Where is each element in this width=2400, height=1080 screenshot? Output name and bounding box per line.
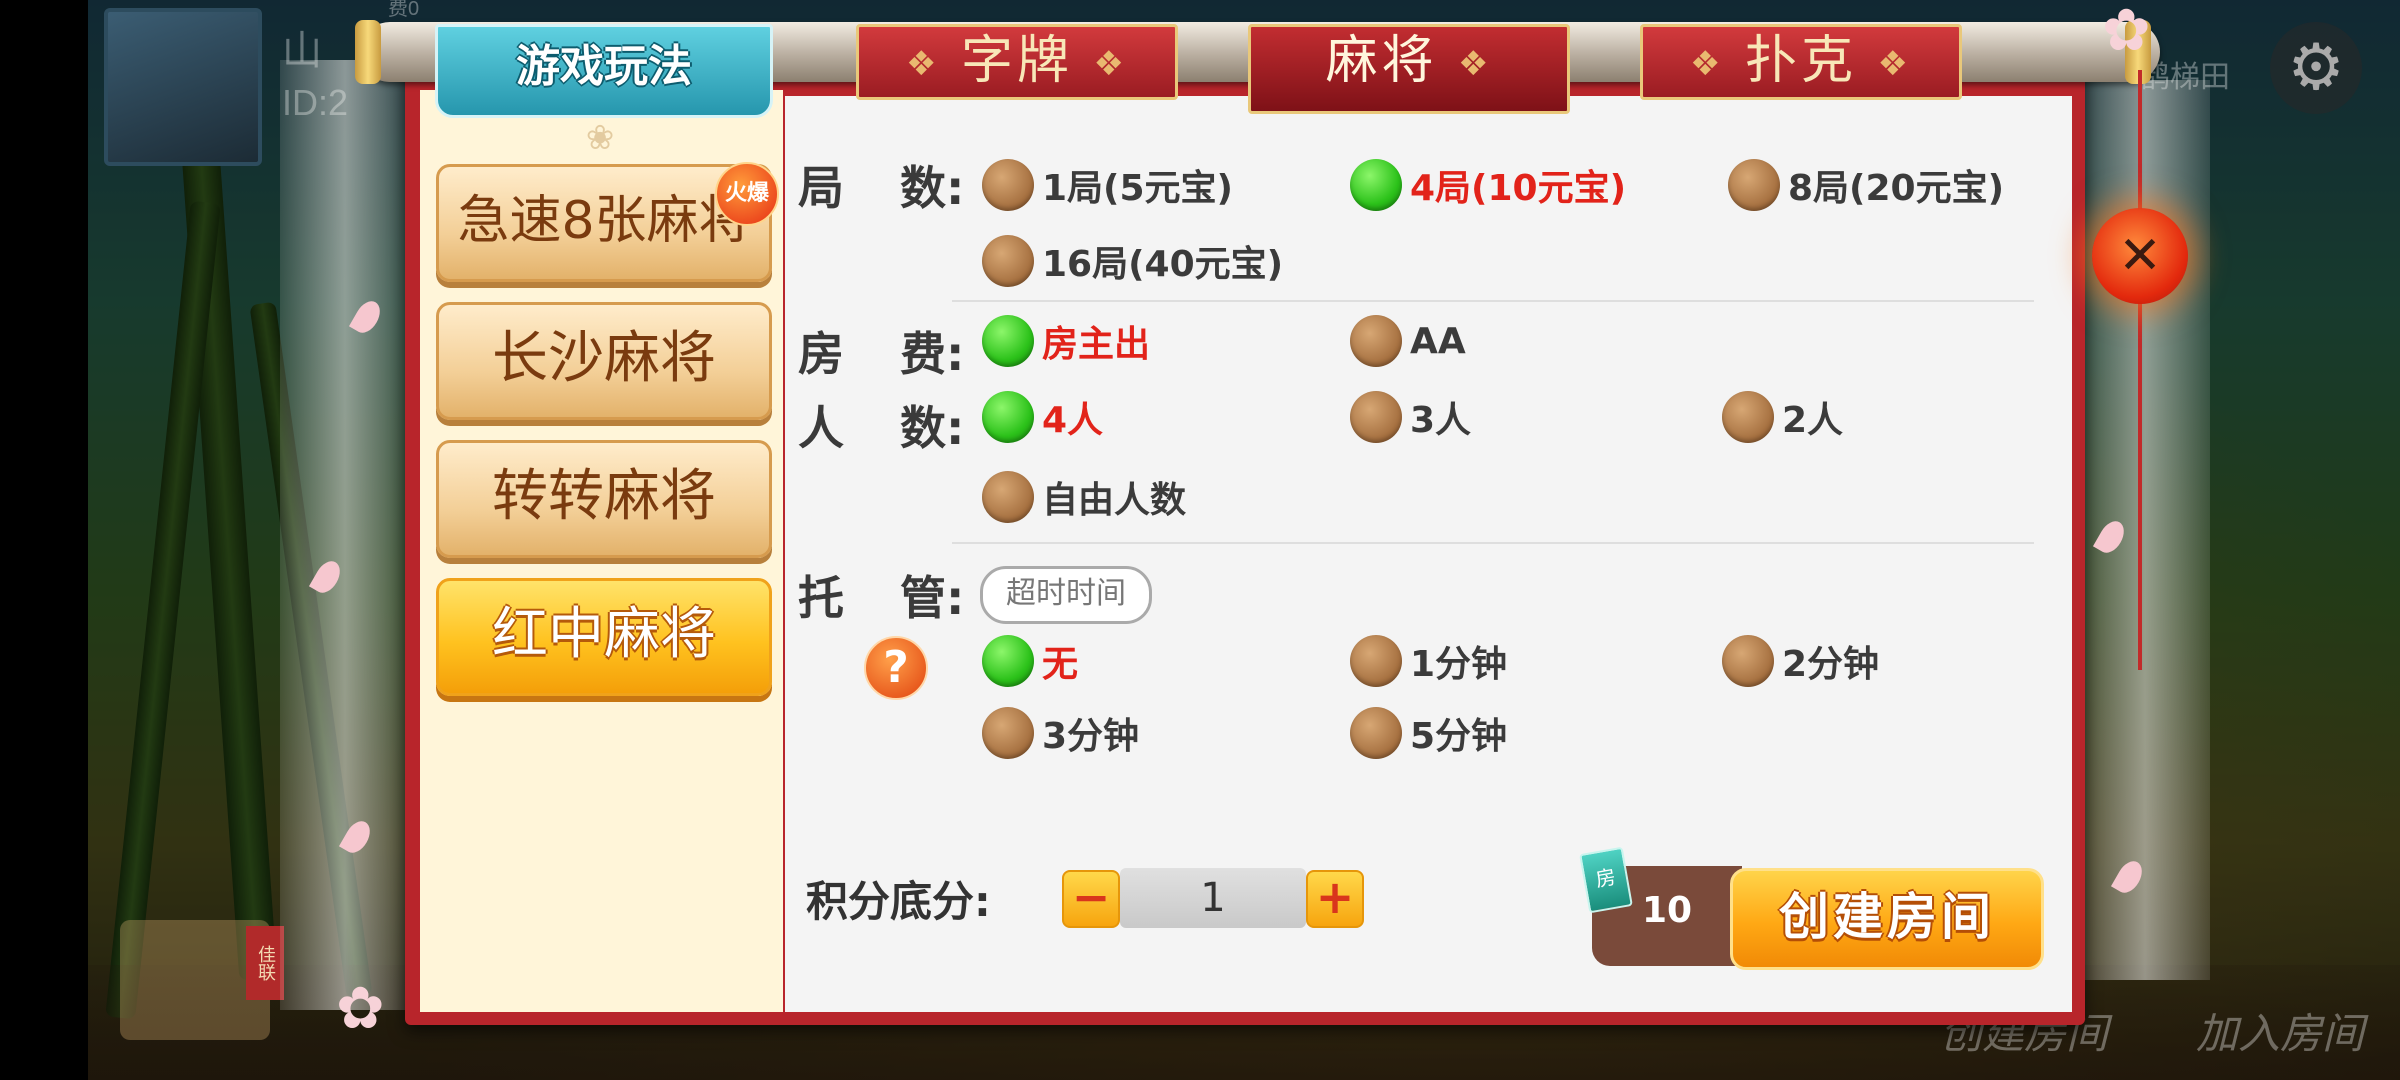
score-minus-button[interactable]: − xyxy=(1062,870,1120,928)
top-badge: 费0 xyxy=(388,0,420,20)
option-players-free[interactable]: 自由人数 xyxy=(982,470,1186,524)
bg-join-room-button[interactable]: 加入房间 xyxy=(2196,1000,2364,1061)
radio-icon xyxy=(1722,635,1774,687)
ornament-icon: ❖ xyxy=(1458,44,1493,84)
tab-label: 字牌 xyxy=(960,31,1073,91)
players-label-a: 人 xyxy=(798,401,844,455)
option-fee-aa[interactable]: AA xyxy=(1350,314,1466,368)
shop-sign: 佳联 xyxy=(246,926,284,1000)
radio-selected-icon xyxy=(1350,159,1402,211)
autoplay-label-a: 托 xyxy=(798,571,844,625)
radio-selected-icon xyxy=(982,391,1034,443)
option-fee-owner[interactable]: 房主出 xyxy=(982,314,1150,368)
option-players-2[interactable]: 2人 xyxy=(1722,390,1843,444)
settings-gear-icon[interactable]: ⚙ xyxy=(2270,22,2362,114)
create-room-button[interactable]: 创建房间 xyxy=(1730,868,2044,970)
radio-icon xyxy=(982,707,1034,759)
flower-decoration: ✿ xyxy=(336,974,385,1042)
radio-icon xyxy=(982,235,1034,287)
curtain-left xyxy=(280,60,410,1010)
option-autoplay-none[interactable]: 无 xyxy=(982,634,1078,688)
option-autoplay-1min[interactable]: 1分钟 xyxy=(1350,634,1507,688)
score-label: 积分底分: xyxy=(806,877,991,926)
divider xyxy=(952,300,2034,302)
score-plus-button[interactable]: + xyxy=(1306,870,1364,928)
radio-icon xyxy=(1350,707,1402,759)
lantern-cord xyxy=(2138,70,2142,670)
game-button-changsha[interactable]: 长沙麻将 xyxy=(436,302,772,420)
tab-label: 麻将 xyxy=(1325,31,1438,91)
tab-poker[interactable]: ❖ 扑克 ❖ xyxy=(1640,24,1962,100)
option-players-3[interactable]: 3人 xyxy=(1350,390,1471,444)
tab-zipai[interactable]: ❖ 字牌 ❖ xyxy=(856,24,1178,100)
radio-icon xyxy=(1728,159,1780,211)
option-players-4[interactable]: 4人 xyxy=(982,390,1103,444)
players-label-b: 数: xyxy=(900,401,965,455)
radio-icon xyxy=(1350,391,1402,443)
timeout-pill[interactable]: 超时时间 xyxy=(980,566,1152,624)
fee-label-a: 房 xyxy=(798,327,844,381)
radio-icon xyxy=(982,159,1034,211)
option-autoplay-5min[interactable]: 5分钟 xyxy=(1350,706,1507,760)
option-rounds-16[interactable]: 16局(40元宝) xyxy=(982,234,1283,288)
rounds-label-b: 数: xyxy=(900,161,965,215)
knot-ornament: ❀ xyxy=(585,118,615,158)
game-button-zhuanzhuan[interactable]: 转转麻将 xyxy=(436,440,772,558)
option-rounds-4[interactable]: 4局(10元宝) xyxy=(1350,158,1626,212)
radio-icon xyxy=(982,471,1034,523)
option-rounds-1[interactable]: 1局(5元宝) xyxy=(982,158,1233,212)
ornament-icon: ❖ xyxy=(905,44,941,84)
game-button-hongzhong[interactable]: 红中麻将 xyxy=(436,578,772,696)
radio-icon xyxy=(1350,315,1402,367)
flower-decoration: ✿ xyxy=(2102,0,2151,64)
tab-label: 扑克 xyxy=(1744,31,1857,91)
radio-icon xyxy=(1722,391,1774,443)
rounds-label-a: 局 xyxy=(798,161,844,215)
rod-cap-left xyxy=(355,20,381,84)
ornament-icon: ❖ xyxy=(1689,44,1725,84)
help-question-icon[interactable]: ? xyxy=(864,636,928,700)
score-value-field[interactable]: 1 xyxy=(1120,868,1306,928)
fee-label-b: 费: xyxy=(900,327,965,381)
option-rounds-8[interactable]: 8局(20元宝) xyxy=(1728,158,2004,212)
radio-selected-icon xyxy=(982,635,1034,687)
divider xyxy=(952,542,2034,544)
ornament-icon: ❖ xyxy=(1093,44,1129,84)
player-avatar[interactable] xyxy=(104,8,262,166)
hot-badge: 火爆 xyxy=(715,162,779,226)
option-autoplay-3min[interactable]: 3分钟 xyxy=(982,706,1139,760)
radio-selected-icon xyxy=(982,315,1034,367)
tab-mahjong[interactable]: 麻将 ❖ xyxy=(1248,24,1570,114)
tab-game-rules[interactable]: 游戏玩法 xyxy=(435,24,773,118)
radio-icon xyxy=(1350,635,1402,687)
autoplay-label-b: 管: xyxy=(900,571,965,625)
ornament-icon: ❖ xyxy=(1877,44,1913,84)
option-autoplay-2min[interactable]: 2分钟 xyxy=(1722,634,1879,688)
close-icon[interactable]: ✕ xyxy=(2092,208,2188,304)
